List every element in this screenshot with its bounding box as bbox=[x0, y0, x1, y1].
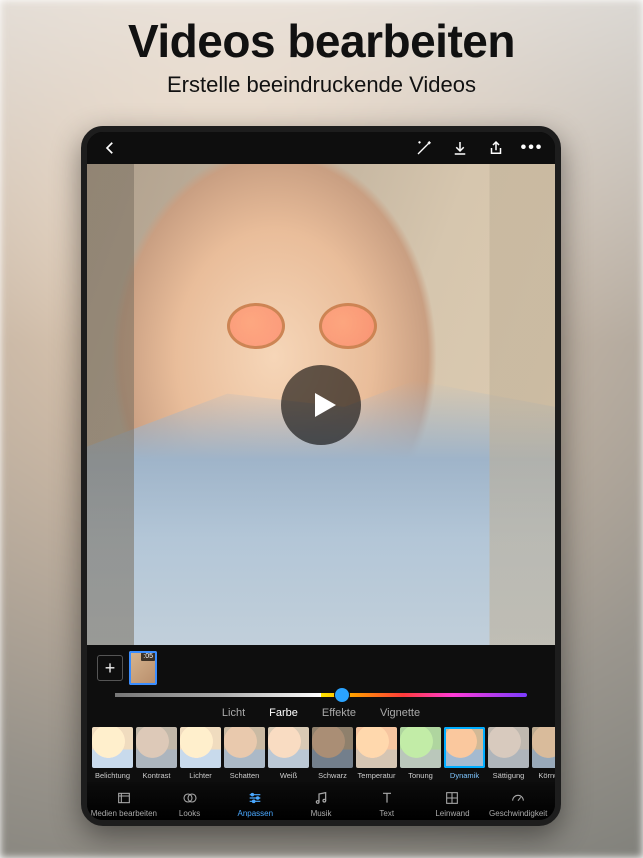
nav-sliders[interactable]: Anpassen bbox=[222, 790, 288, 818]
filter-thumb bbox=[488, 727, 529, 768]
music-icon bbox=[313, 790, 329, 806]
bottom-nav: Medien bearbeiten Looks Anpassen Musik Text L… bbox=[87, 782, 555, 820]
hero-text: Videos bearbeiten Erstelle beeindruckend… bbox=[0, 14, 643, 98]
filter-kontrast[interactable]: Kontrast bbox=[136, 727, 177, 780]
filter-thumb bbox=[356, 727, 397, 768]
adjust-tab-vignette[interactable]: Vignette bbox=[380, 707, 420, 719]
filter-label: Schatten bbox=[230, 771, 260, 780]
filter-thumb bbox=[180, 727, 221, 768]
nav-label: Looks bbox=[179, 809, 200, 818]
adjust-tab-effekte[interactable]: Effekte bbox=[322, 707, 356, 719]
filter-tonung[interactable]: Tonung bbox=[400, 727, 441, 780]
filter-schwarz[interactable]: Schwarz bbox=[312, 727, 353, 780]
sliders-icon bbox=[247, 790, 263, 806]
filter-sättigung[interactable]: Sättigung bbox=[488, 727, 529, 780]
filter-label: Dynamik bbox=[450, 771, 479, 780]
tablet-frame: ••• + :05 Licht Farbe Effekte Vignette Beli… bbox=[81, 126, 561, 826]
filter-label: Weiß bbox=[280, 771, 297, 780]
nav-text[interactable]: Text bbox=[354, 790, 420, 818]
adjust-tabs: Licht Farbe Effekte Vignette bbox=[87, 703, 555, 723]
rings-icon bbox=[182, 790, 198, 806]
filter-dynamik[interactable]: Dynamik bbox=[444, 727, 485, 780]
share-icon[interactable] bbox=[487, 139, 505, 157]
filter-thumb bbox=[224, 727, 265, 768]
filter-label: Tonung bbox=[408, 771, 433, 780]
filter-temperatur[interactable]: Temperatur bbox=[356, 727, 397, 780]
video-preview[interactable] bbox=[87, 164, 555, 645]
nav-music[interactable]: Musik bbox=[288, 790, 354, 818]
filter-strip: Belichtung Kontrast Lichter Schatten Weiß Sch… bbox=[87, 723, 555, 782]
adjust-tab-farbe[interactable]: Farbe bbox=[269, 707, 298, 719]
grid-icon bbox=[444, 790, 460, 806]
filter-thumb bbox=[312, 727, 353, 768]
nav-frame[interactable]: Medien bearbeiten bbox=[91, 790, 157, 818]
filter-thumb bbox=[532, 727, 555, 768]
filter-label: Körnung bbox=[538, 771, 555, 780]
adjust-slider[interactable] bbox=[87, 691, 555, 703]
editor-bottom-panel: + :05 Licht Farbe Effekte Vignette Belichtu… bbox=[87, 645, 555, 820]
timeline: + :05 bbox=[87, 645, 555, 691]
nav-grid[interactable]: Leinwand bbox=[420, 790, 486, 818]
clip-thumbnail[interactable]: :05 bbox=[129, 651, 157, 685]
filter-thumb bbox=[92, 727, 133, 768]
back-icon[interactable] bbox=[101, 139, 119, 157]
play-button[interactable] bbox=[281, 365, 361, 445]
filter-lichter[interactable]: Lichter bbox=[180, 727, 221, 780]
filter-label: Kontrast bbox=[143, 771, 171, 780]
filter-thumb bbox=[268, 727, 309, 768]
hero-title: Videos bearbeiten bbox=[0, 14, 643, 68]
magic-wand-icon[interactable] bbox=[415, 139, 433, 157]
filter-label: Schwarz bbox=[318, 771, 347, 780]
hero-subtitle: Erstelle beeindruckende Videos bbox=[0, 72, 643, 98]
filter-schatten[interactable]: Schatten bbox=[224, 727, 265, 780]
nav-label: Leinwand bbox=[435, 809, 469, 818]
nav-label: Anpassen bbox=[238, 809, 274, 818]
filter-label: Temperatur bbox=[358, 771, 396, 780]
gauge-icon bbox=[510, 790, 526, 806]
clip-duration: :05 bbox=[141, 652, 155, 661]
subject-glasses bbox=[227, 303, 377, 353]
adjust-tab-licht[interactable]: Licht bbox=[222, 707, 245, 719]
nav-label: Medien bearbeiten bbox=[91, 809, 157, 818]
add-clip-button[interactable]: + bbox=[97, 655, 123, 681]
filter-thumb bbox=[444, 727, 485, 768]
text-icon bbox=[379, 790, 395, 806]
filter-thumb bbox=[136, 727, 177, 768]
filter-belichtung[interactable]: Belichtung bbox=[92, 727, 133, 780]
nav-label: Text bbox=[379, 809, 394, 818]
filter-label: Lichter bbox=[189, 771, 212, 780]
nav-rings[interactable]: Looks bbox=[157, 790, 223, 818]
download-icon[interactable] bbox=[451, 139, 469, 157]
filter-thumb bbox=[400, 727, 441, 768]
filter-körnung[interactable]: Körnung bbox=[532, 727, 555, 780]
filter-label: Sättigung bbox=[493, 771, 525, 780]
more-icon[interactable]: ••• bbox=[523, 139, 541, 157]
nav-gauge[interactable]: Geschwindigkeit bbox=[485, 790, 551, 818]
editor-topbar: ••• bbox=[87, 132, 555, 164]
frame-icon bbox=[116, 790, 132, 806]
filter-weiß[interactable]: Weiß bbox=[268, 727, 309, 780]
nav-label: Geschwindigkeit bbox=[489, 809, 547, 818]
filter-label: Belichtung bbox=[95, 771, 130, 780]
nav-label: Musik bbox=[311, 809, 332, 818]
